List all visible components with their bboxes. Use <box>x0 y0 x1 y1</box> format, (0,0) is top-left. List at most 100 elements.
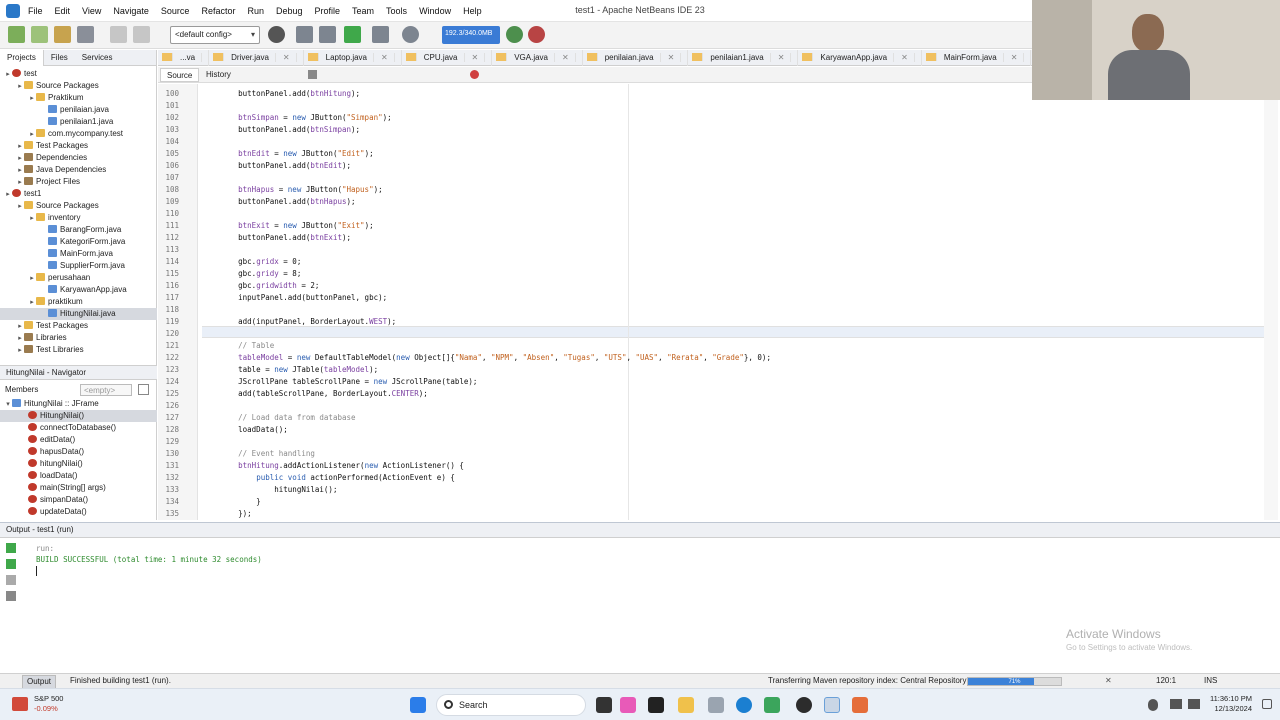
menu-source[interactable]: Source <box>155 6 196 16</box>
build-icon[interactable] <box>296 26 313 43</box>
code-line[interactable]: gbc.gridy = 8; <box>202 268 301 280</box>
volume-icon[interactable] <box>1188 699 1200 709</box>
windows-start-icon[interactable] <box>410 697 426 713</box>
close-icon[interactable]: ✕ <box>663 52 682 62</box>
search-icon[interactable] <box>308 70 317 79</box>
navigator-member[interactable]: hitungNilai() <box>0 458 157 470</box>
code-line[interactable]: gbc.gridwidth = 2; <box>202 280 319 292</box>
tree-item[interactable]: ▸ Java Dependencies <box>0 164 157 176</box>
clock[interactable]: 11:36:10 PM 12/13/2024 <box>1206 694 1252 714</box>
tree-item[interactable]: KategoriForm.java <box>0 236 157 248</box>
code-line[interactable]: add(inputPanel, BorderLayout.WEST); <box>202 316 396 328</box>
stock-widget[interactable]: S&P 500 -0.09% <box>34 694 63 714</box>
editor-tab[interactable]: KaryawanApp.java ✕ <box>798 49 922 66</box>
memory-indicator[interactable]: 192.3/340.0MB <box>442 26 500 44</box>
obs-icon[interactable] <box>764 697 780 713</box>
code-line[interactable]: hitungNilai(); <box>202 484 337 496</box>
menu-tools[interactable]: Tools <box>380 6 413 16</box>
open-project-icon[interactable] <box>54 26 71 43</box>
code-line[interactable]: }); <box>202 508 252 520</box>
new-file-icon[interactable] <box>31 26 48 43</box>
navigator-member[interactable]: main(String[] args) <box>0 482 157 494</box>
menu-debug[interactable]: Debug <box>270 6 309 16</box>
menu-edit[interactable]: Edit <box>49 6 77 16</box>
menu-view[interactable]: View <box>76 6 107 16</box>
rerun-options-icon[interactable] <box>6 559 16 569</box>
tree-item[interactable]: BarangForm.java <box>0 224 157 236</box>
editor-tab[interactable]: penilaian.java ✕ <box>583 49 689 66</box>
code-line[interactable]: buttonPanel.add(btnHitung); <box>202 88 360 100</box>
navigator-member[interactable]: simpanData() <box>0 494 157 506</box>
code-line[interactable]: btnEdit = new JButton("Edit"); <box>202 148 373 160</box>
tree-item[interactable]: ▸ com.mycompany.test <box>0 128 157 140</box>
editor-tab[interactable]: Laptop.java ✕ <box>304 49 402 66</box>
tree-item[interactable]: SupplierForm.java <box>0 260 157 272</box>
gc-icon[interactable] <box>506 26 523 43</box>
code-line[interactable]: table = new JTable(tableModel); <box>202 364 378 376</box>
navigator-settings-icon[interactable] <box>138 384 149 395</box>
tree-item[interactable]: ▸ praktikum <box>0 296 157 308</box>
tree-item[interactable]: KaryawanApp.java <box>0 284 157 296</box>
code-area[interactable]: buttonPanel.add(btnHitung); btnSimpan = … <box>202 84 1272 520</box>
code-line[interactable]: buttonPanel.add(btnEdit); <box>202 160 351 172</box>
taskbar-search[interactable]: Search <box>436 694 586 716</box>
microphone-icon[interactable] <box>1148 699 1158 711</box>
redo-icon[interactable] <box>133 26 150 43</box>
code-line[interactable]: buttonPanel.add(btnHapus); <box>202 196 355 208</box>
close-icon[interactable]: ✕ <box>278 52 297 62</box>
menu-file[interactable]: File <box>22 6 49 16</box>
navigator-member[interactable]: HitungNilai() <box>0 410 157 422</box>
tree-item[interactable]: penilaian1.java <box>0 116 157 128</box>
code-line[interactable]: } <box>202 496 261 508</box>
netbeans-taskbar-icon[interactable] <box>824 697 840 713</box>
tree-item[interactable]: ▸ perusahaan <box>0 272 157 284</box>
tree-item[interactable]: ▸ Test Packages <box>0 320 157 332</box>
code-line[interactable]: tableModel = new DefaultTableModel(new O… <box>202 352 771 364</box>
tree-item[interactable]: ▸ Source Packages <box>0 80 157 92</box>
save-all-icon[interactable] <box>77 26 94 43</box>
menu-help[interactable]: Help <box>457 6 488 16</box>
rerun-icon[interactable] <box>6 543 16 553</box>
code-line[interactable]: btnHitung.addActionListener(new ActionLi… <box>202 460 464 472</box>
tree-item[interactable]: ▸ Source Packages <box>0 200 157 212</box>
close-icon[interactable]: ✕ <box>773 52 792 62</box>
close-icon[interactable]: ✕ <box>558 52 576 62</box>
new-project-icon[interactable] <box>8 26 25 43</box>
menu-run[interactable]: Run <box>241 6 270 16</box>
tree-item[interactable]: ▸ Project Files <box>0 176 157 188</box>
tree-item[interactable]: penilaian.java <box>0 104 157 116</box>
config-select[interactable]: <default config> ▾ <box>170 26 260 44</box>
notification-icon[interactable] <box>1262 699 1272 709</box>
navigator-member[interactable]: updateData() <box>0 506 157 518</box>
xampp-icon[interactable] <box>852 697 868 713</box>
tree-item[interactable]: ▸ test <box>0 68 157 80</box>
tree-item[interactable]: ▸ Libraries <box>0 332 157 344</box>
navigator-member[interactable]: connectToDatabase() <box>0 422 157 434</box>
editor-tab[interactable]: VGA.java ✕ <box>492 49 583 66</box>
code-line[interactable]: btnHapus = new JButton("Hapus"); <box>202 184 383 196</box>
menu-profile[interactable]: Profile <box>309 6 347 16</box>
members-select[interactable]: Members <box>2 384 70 396</box>
menu-team[interactable]: Team <box>346 6 380 16</box>
mail-icon[interactable] <box>708 697 724 713</box>
navigator-filter-select[interactable]: <empty> <box>80 384 132 396</box>
tree-item[interactable]: ▸ Test Libraries <box>0 344 157 356</box>
menu-window[interactable]: Window <box>413 6 457 16</box>
tab-source[interactable]: Source <box>160 68 200 82</box>
code-line[interactable]: // Table <box>202 340 274 352</box>
code-line[interactable]: add(tableScrollPane, BorderLayout.CENTER… <box>202 388 428 400</box>
profile-icon[interactable] <box>402 26 419 43</box>
code-line[interactable]: btnExit = new JButton("Exit"); <box>202 220 373 232</box>
code-line[interactable]: // Load data from database <box>202 412 355 424</box>
editor-tab[interactable]: Driver.java ✕ <box>209 49 304 66</box>
editor-scrollbar[interactable] <box>1264 84 1278 520</box>
code-line[interactable]: gbc.gridx = 0; <box>202 256 301 268</box>
run-icon[interactable] <box>344 26 361 43</box>
tree-item[interactable]: ▸ inventory <box>0 212 157 224</box>
editor-tab[interactable]: MainForm.java ✕ <box>922 49 1032 66</box>
stock-widget-icon[interactable] <box>12 697 28 711</box>
editor-tab[interactable]: CPU.java ✕ <box>402 49 493 66</box>
tree-item[interactable]: ▸ test1 <box>0 188 157 200</box>
tab-services[interactable]: Services <box>75 50 120 66</box>
toggle-breakpoint-icon[interactable] <box>470 70 479 79</box>
